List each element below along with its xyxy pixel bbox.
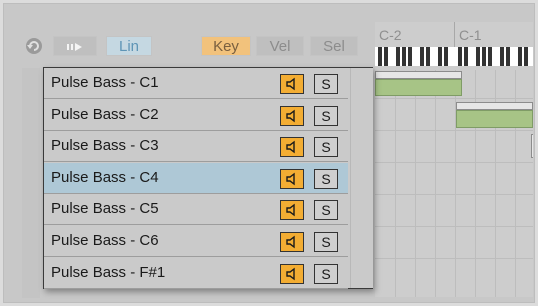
black-key[interactable] [426,47,430,66]
solo-button[interactable]: S [314,263,338,284]
black-key[interactable] [438,47,442,66]
solo-button[interactable]: S [314,200,338,221]
black-key[interactable] [476,47,480,66]
speaker-icon [286,203,295,217]
black-key[interactable] [488,47,492,66]
solo-button[interactable]: S [314,74,338,94]
sel-button[interactable]: Sel [310,36,358,56]
octave-label-c-1: C-1 [459,27,482,43]
note-outline[interactable] [456,102,533,110]
lane-row[interactable]: Pulse Bass - C3 S [44,131,348,163]
note-outline[interactable] [375,71,462,79]
octave-divider [454,22,455,47]
black-key[interactable] [402,47,406,66]
lane-row[interactable]: Pulse Bass - C4 S [44,162,348,194]
speaker-toggle[interactable] [280,74,304,94]
lane-list: Pulse Bass - C1 S Pulse Bass - C2 S Pulse Ba… [43,67,373,289]
black-key[interactable] [458,47,462,66]
note[interactable] [456,110,533,128]
speaker-icon [286,140,295,154]
black-key[interactable] [500,47,504,66]
black-key[interactable] [482,47,486,66]
speaker-icon [286,172,295,186]
preview-button[interactable] [53,36,97,56]
lane-label: Pulse Bass - C5 [51,200,159,218]
black-key[interactable] [444,47,448,66]
speaker-icon [286,109,295,122]
speaker-icon [286,235,295,249]
lane-scroll-strip[interactable] [22,68,40,298]
solo-button[interactable]: S [314,105,338,126]
lane-label: Pulse Bass - C1 [51,74,159,91]
vel-button[interactable]: Vel [256,36,304,56]
lin-button[interactable]: Lin [106,36,152,56]
note-outline[interactable] [531,134,533,158]
lane-row[interactable]: Pulse Bass - C2 S [44,100,348,131]
speaker-icon [286,267,295,280]
note[interactable] [375,79,462,96]
lane-label: Pulse Bass - C4 [51,168,159,186]
piano-roll[interactable]: C-2 C-1 [375,22,533,297]
key-button[interactable]: Key [201,36,251,56]
solo-button[interactable]: S [314,137,338,158]
lane-row[interactable]: Pulse Bass - F#1 S [44,258,348,289]
black-key[interactable] [518,47,522,66]
black-key[interactable] [384,47,388,66]
black-key[interactable] [506,47,510,66]
speaker-toggle[interactable] [280,232,304,252]
black-key[interactable] [408,47,412,66]
speaker-toggle[interactable] [280,263,304,284]
fold-button[interactable] [24,36,44,56]
lane-label: Pulse Bass - C3 [51,137,159,155]
speaker-toggle[interactable] [280,137,304,158]
lane-label: Pulse Bass - F#1 [51,263,166,281]
solo-button[interactable]: S [314,232,338,252]
black-key[interactable] [420,47,424,66]
lane-label: Pulse Bass - C6 [51,232,159,249]
black-key[interactable] [378,47,382,66]
solo-button[interactable]: S [314,168,338,189]
speaker-toggle[interactable] [280,200,304,221]
list-scrollbar[interactable] [350,68,373,288]
black-key[interactable] [396,47,400,66]
play-arrows-icon [67,43,82,51]
speaker-toggle[interactable] [280,168,304,189]
lane-row[interactable]: Pulse Bass - C6 S [44,226,348,257]
lane-row[interactable]: Pulse Bass - C1 S [44,68,348,99]
lane-label: Pulse Bass - C2 [51,105,159,123]
lane-row[interactable]: Pulse Bass - C5 S [44,194,348,226]
black-key[interactable] [524,47,528,66]
refresh-icon [26,38,42,54]
black-key[interactable] [464,47,468,66]
speaker-toggle[interactable] [280,105,304,126]
octave-label-c-2: C-2 [379,27,402,43]
speaker-icon [286,77,295,91]
